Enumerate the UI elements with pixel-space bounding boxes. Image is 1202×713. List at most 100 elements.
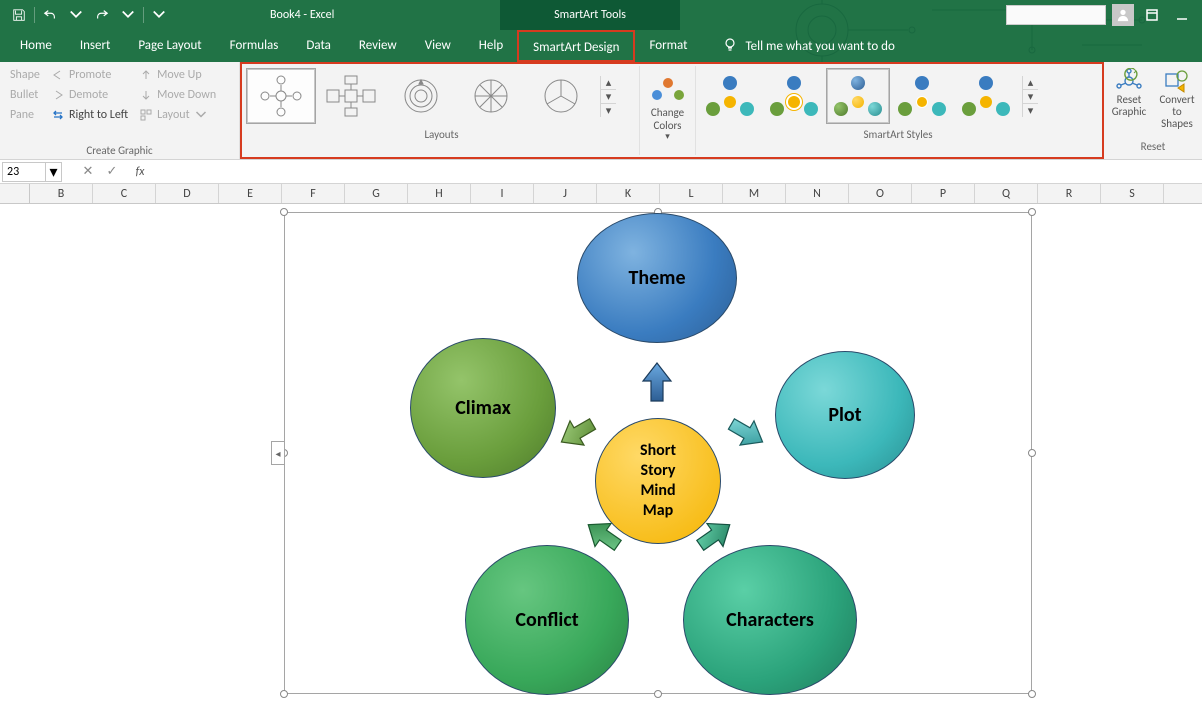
styles-more[interactable]: ▾: [1023, 104, 1038, 117]
resize-handle[interactable]: [1028, 449, 1036, 457]
cmd-layout-dd: Layout: [136, 106, 220, 124]
name-box[interactable]: 23: [2, 162, 46, 182]
node-characters[interactable]: Characters: [683, 545, 857, 695]
worksheet[interactable]: ◂ Theme Climax Plot ShortStoryMindMap Co…: [0, 204, 1202, 713]
undo-dropdown[interactable]: [65, 4, 87, 26]
text-pane-toggle[interactable]: ◂: [271, 441, 285, 465]
col-header[interactable]: M: [723, 184, 786, 203]
minimize-button[interactable]: [1170, 3, 1194, 27]
col-header[interactable]: O: [849, 184, 912, 203]
tab-review[interactable]: Review: [345, 30, 411, 62]
change-colors-label: Change Colors: [642, 106, 693, 132]
undo-button[interactable]: [39, 4, 61, 26]
resize-handle[interactable]: [280, 690, 288, 698]
col-header[interactable]: G: [345, 184, 408, 203]
col-header[interactable]: H: [408, 184, 471, 203]
redo-button[interactable]: [91, 4, 113, 26]
group-label-reset: Reset: [1108, 138, 1198, 153]
resize-handle[interactable]: [1028, 690, 1036, 698]
tab-data[interactable]: Data: [292, 30, 345, 62]
change-colors-button[interactable]: Change Colors ▾: [640, 66, 696, 155]
save-button[interactable]: [8, 4, 30, 26]
reset-graphic-button[interactable]: Reset Graphic: [1108, 68, 1150, 130]
node-center[interactable]: ShortStoryMindMap: [595, 418, 721, 544]
resize-handle[interactable]: [280, 208, 288, 216]
qat-customize[interactable]: [148, 4, 170, 26]
col-header[interactable]: C: [93, 184, 156, 203]
node-theme[interactable]: Theme: [577, 213, 737, 343]
layout-segmented-cycle[interactable]: [456, 68, 526, 124]
layout-radial-cycle[interactable]: [316, 68, 386, 124]
layout-diverging-radial[interactable]: [246, 68, 316, 124]
group-label-create-graphic: Create Graphic: [6, 142, 233, 157]
tab-insert[interactable]: Insert: [66, 30, 125, 62]
group-label-layouts: Layouts: [244, 126, 639, 141]
title-bar: Book4 - Excel SmartArt Tools: [0, 0, 1202, 30]
tab-smartart-design[interactable]: SmartArt Design: [517, 30, 635, 62]
col-header[interactable]: K: [597, 184, 660, 203]
account-name-box[interactable]: [1006, 5, 1106, 25]
styles-scroll-up[interactable]: ▴: [1023, 76, 1038, 90]
col-header[interactable]: P: [912, 184, 975, 203]
ribbon-display-options[interactable]: [1140, 3, 1164, 27]
convert-label: Convert to Shapes: [1156, 94, 1198, 130]
style-1[interactable]: [698, 68, 762, 124]
style-2[interactable]: [762, 68, 826, 124]
smartart-frame[interactable]: ◂ Theme Climax Plot ShortStoryMindMap Co…: [284, 212, 1032, 694]
col-header[interactable]: B: [30, 184, 93, 203]
name-box-dropdown[interactable]: ▾: [46, 162, 62, 182]
style-4[interactable]: [890, 68, 954, 124]
arrow-upleft-icon: [555, 413, 599, 453]
cmd-add-shape[interactable]: Shape: [6, 66, 44, 84]
styles-scroll-down[interactable]: ▾: [1023, 90, 1038, 104]
styles-gallery: ▴ ▾ ▾: [696, 66, 1100, 126]
layout-pie[interactable]: [526, 68, 596, 124]
insert-function[interactable]: fx: [128, 162, 152, 182]
col-header[interactable]: Q: [975, 184, 1038, 203]
convert-to-shapes-button[interactable]: Convert to Shapes: [1156, 68, 1198, 130]
group-reset: Reset Graphic Convert to Shapes Reset: [1104, 62, 1202, 159]
col-header[interactable]: F: [282, 184, 345, 203]
tab-formulas[interactable]: Formulas: [216, 30, 293, 62]
style-5[interactable]: [954, 68, 1018, 124]
node-conflict[interactable]: Conflict: [465, 545, 629, 695]
tab-help[interactable]: Help: [465, 30, 517, 62]
layouts-scroll-up[interactable]: ▴: [601, 76, 616, 90]
layouts-more[interactable]: ▾: [601, 104, 616, 117]
col-header[interactable]: R: [1038, 184, 1101, 203]
col-header[interactable]: N: [786, 184, 849, 203]
cmd-right-to-left[interactable]: Right to Left: [48, 106, 132, 124]
tab-format[interactable]: Format: [635, 30, 701, 62]
layout-radial-cluster[interactable]: [386, 68, 456, 124]
redo-dropdown[interactable]: [117, 4, 139, 26]
cmd-move-up: Move Up: [136, 66, 220, 84]
resize-handle[interactable]: [654, 690, 662, 698]
col-header[interactable]: S: [1101, 184, 1164, 203]
ribbon: Shape Bullet Pane Promote Demote Right t…: [0, 62, 1202, 160]
style-3-selected[interactable]: [826, 68, 890, 124]
select-all-corner[interactable]: [0, 184, 30, 203]
layouts-scroll-down[interactable]: ▾: [601, 90, 616, 104]
cmd-text-pane[interactable]: Pane: [6, 106, 44, 124]
formula-bar: 23 ▾ ✕ ✓ fx: [0, 160, 1202, 184]
bulb-icon: [722, 36, 738, 56]
group-label-styles: SmartArt Styles: [696, 126, 1100, 141]
col-header[interactable]: I: [471, 184, 534, 203]
formula-enter[interactable]: ✓: [100, 162, 124, 182]
col-header[interactable]: E: [219, 184, 282, 203]
document-title: Book4 - Excel: [270, 8, 334, 22]
change-colors-icon: [652, 78, 684, 104]
tell-me-search[interactable]: Tell me what you want to do: [702, 36, 895, 56]
col-header[interactable]: D: [156, 184, 219, 203]
resize-handle[interactable]: [1028, 208, 1036, 216]
col-header[interactable]: L: [660, 184, 723, 203]
layouts-scroll: ▴ ▾ ▾: [600, 76, 616, 117]
node-plot[interactable]: Plot: [775, 351, 915, 479]
node-climax[interactable]: Climax: [410, 338, 556, 478]
account-avatar[interactable]: [1112, 4, 1134, 26]
col-header[interactable]: J: [534, 184, 597, 203]
tab-page-layout[interactable]: Page Layout: [124, 30, 215, 62]
formula-cancel[interactable]: ✕: [76, 162, 100, 182]
tab-view[interactable]: View: [411, 30, 465, 62]
tab-home[interactable]: Home: [6, 30, 66, 62]
